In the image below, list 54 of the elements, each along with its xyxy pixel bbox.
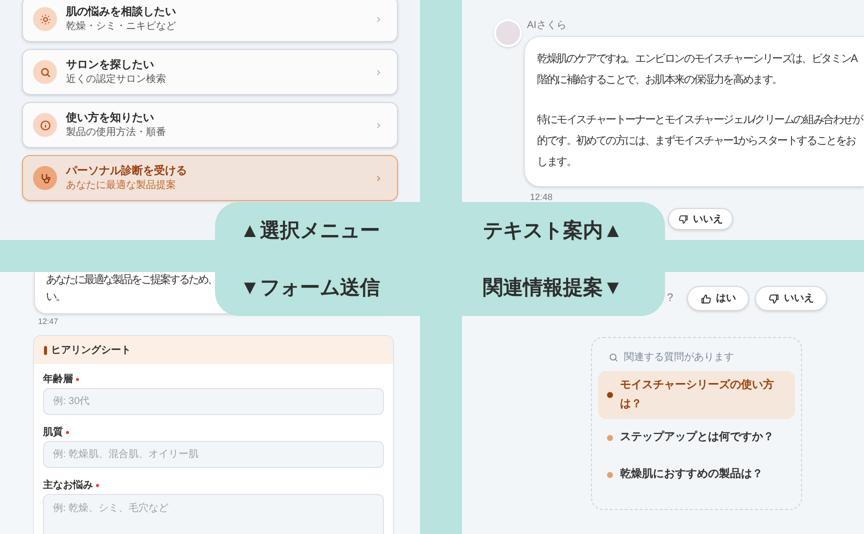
menu-card[interactable]: 使い方を知りたい 製品の使用方法・順番 <box>22 102 398 148</box>
caption-label: テキスト案内▲ <box>483 218 624 244</box>
message-text: い。 <box>46 290 65 305</box>
related-question[interactable]: ステップアップとは何ですか？ <box>598 419 795 456</box>
related-question[interactable]: モイスチャーシリーズの使い方は？ <box>598 371 795 419</box>
menu-card[interactable]: サロンを探したい 近くの認定サロン検索 <box>22 49 398 95</box>
input-field[interactable]: 例: 30代 <box>43 388 384 415</box>
feedback-button[interactable]: いいえ <box>755 286 827 311</box>
sender-name: AIさくら <box>527 19 566 32</box>
field-label: 主なお悩み <box>43 478 93 492</box>
menu-subtitle: 近くの認定サロン検索 <box>66 73 167 86</box>
message-text: 階的に補給することで、お肌本来の保湿力を高めます。 <box>537 72 784 88</box>
input-field[interactable]: 例: 乾燥肌、混合肌、オイリー肌 <box>43 441 384 468</box>
menu-title: 肌の悩みを相談したい <box>66 5 177 20</box>
avatar <box>494 19 522 47</box>
menu-subtitle: 乾燥・シミ・ニキビなど <box>66 20 177 33</box>
menu-title: 使い方を知りたい <box>66 111 155 126</box>
timestamp: 12:47 <box>38 316 60 328</box>
timestamp: 12:48 <box>530 191 553 204</box>
message-text: 的です。初めての方には、まずモイスチャー1からスタートすることをお <box>537 134 857 149</box>
menu-title: サロンを探したい <box>66 58 155 73</box>
thumbs-up-icon <box>700 292 712 304</box>
question-text: ? <box>667 291 674 306</box>
menu-subtitle: 製品の使用方法・順番 <box>66 126 167 139</box>
message-text: 乾燥肌のケアですね。エンビロンのモイスチャーシリーズは、ビタミンA <box>537 52 858 67</box>
menu-card[interactable]: 肌の悩みを相談したい 乾燥・シミ・ニキビなど <box>22 0 398 42</box>
related-question[interactable]: 乾燥肌におすすめの製品は？ <box>598 456 795 493</box>
menu-title: パーソナル診断を受ける <box>66 164 188 179</box>
feedback-button[interactable]: はい <box>687 286 749 311</box>
feedback-button[interactable]: いいえ <box>668 208 733 230</box>
question-label: 乾燥肌におすすめの製品は？ <box>620 466 763 482</box>
field-label: 肌質 <box>43 426 63 440</box>
related-heading: 関連する質問があります <box>624 350 734 365</box>
field-label: 年齢層 <box>43 372 73 386</box>
question-label: ステップアップとは何ですか？ <box>620 430 774 445</box>
question-label: モイスチャーシリーズの使い方は？ <box>620 378 775 412</box>
caption-label: ▲選択メニュー <box>240 219 381 244</box>
message-text: あなたに最適な製品をご提案するため、 <box>46 272 217 288</box>
form-title: ヒアリングシート <box>51 344 131 358</box>
accent-bar <box>44 346 47 354</box>
thumbs-down-icon <box>768 292 780 304</box>
sun-icon <box>38 12 52 26</box>
caption-label: 関連情報提案▼ <box>483 275 624 301</box>
search-icon <box>38 66 52 78</box>
message-text: します。 <box>537 155 578 170</box>
thumbs-down-icon <box>678 214 689 224</box>
search-icon <box>608 352 619 363</box>
caption-label: ▼フォーム送信 <box>240 276 381 301</box>
menu-subtitle: あなたに最適な製品提案 <box>66 179 177 192</box>
menu-card[interactable]: パーソナル診断を受ける あなたに最適な製品提案 <box>22 155 398 201</box>
stethoscope-icon <box>38 172 52 184</box>
text-area[interactable]: 例: 乾燥、シミ、毛穴など <box>43 494 384 534</box>
info-icon <box>38 118 52 132</box>
message-text: 特にモイスチャートーナーとモイスチャージェル/クリームの組み合わせが <box>537 113 864 128</box>
